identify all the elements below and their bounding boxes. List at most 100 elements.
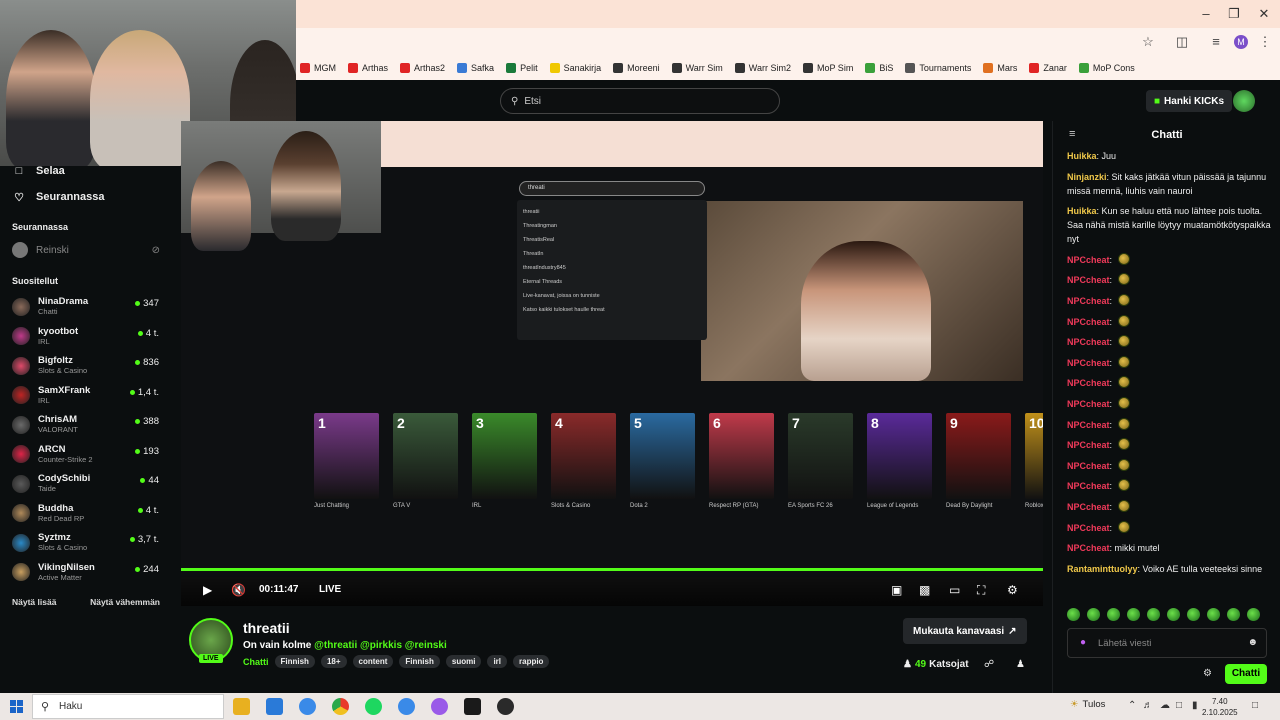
close-button[interactable]: ✕ xyxy=(1254,5,1274,23)
app-icon[interactable] xyxy=(497,698,514,715)
emoji-icon[interactable]: ☻ xyxy=(1247,637,1258,648)
sidebar-channel-syztmz[interactable]: Syztmz Slots & Casino 3,7 t. xyxy=(0,528,172,558)
emote-icon[interactable] xyxy=(1207,608,1220,621)
chat-settings-icon[interactable]: ⚙ xyxy=(1203,668,1212,679)
video-player[interactable]: threati threatii Threatingman ThreatisReal… xyxy=(181,121,1043,606)
sidebar-channel-ninadrama[interactable]: NinaDrama Chatti 347 xyxy=(0,292,172,322)
following-item[interactable]: Reinski ⊘ xyxy=(0,238,172,262)
battery-icon[interactable]: ▮ xyxy=(1192,700,1198,711)
start-button[interactable] xyxy=(10,700,23,713)
chat-username[interactable]: NPCcheat xyxy=(1067,502,1110,512)
bookmark-item[interactable]: Safka xyxy=(457,63,494,73)
clock[interactable]: 7.40 2.10.2025 xyxy=(1202,696,1238,718)
tag-pill[interactable]: rappio xyxy=(513,655,550,668)
sidebar-channel-buddha[interactable]: Buddha Red Dead RP 4 t. xyxy=(0,499,172,529)
follow-user-icon[interactable]: ♟ xyxy=(1016,659,1025,670)
tag-pill[interactable]: suomi xyxy=(445,655,482,668)
chat-username[interactable]: NPCcheat xyxy=(1067,481,1110,491)
emote-icon[interactable] xyxy=(1127,608,1140,621)
chat-username[interactable]: NPCcheat xyxy=(1067,337,1110,347)
microphone-icon[interactable]: ● xyxy=(1080,637,1086,648)
emote-icon[interactable] xyxy=(1167,608,1180,621)
emote-icon[interactable] xyxy=(1147,608,1160,621)
theater-icon[interactable]: ▭ xyxy=(949,583,960,597)
file-explorer-icon[interactable] xyxy=(233,698,250,715)
spotify-icon[interactable] xyxy=(365,698,382,715)
bookmark-item[interactable]: Arthas xyxy=(348,63,388,73)
chat-username[interactable]: NPCcheat xyxy=(1067,275,1110,285)
mute-icon[interactable]: 🔇 xyxy=(231,583,246,597)
app-icon[interactable] xyxy=(431,698,448,715)
tag-pill[interactable]: Finnish xyxy=(274,655,315,668)
tag-pill[interactable]: content xyxy=(352,655,394,668)
tag-pill[interactable]: Finnish xyxy=(399,655,440,668)
chat-username[interactable]: Huikka xyxy=(1067,151,1097,161)
emote-icon[interactable] xyxy=(1227,608,1240,621)
chat-username[interactable]: NPCcheat xyxy=(1067,440,1110,450)
app-icon[interactable] xyxy=(464,698,481,715)
chat-username[interactable]: NPCcheat xyxy=(1067,420,1110,430)
emote-icon[interactable] xyxy=(1087,608,1100,621)
app-icon[interactable] xyxy=(398,698,415,715)
volume-icon[interactable]: ♬ xyxy=(1143,700,1153,711)
bookmark-item[interactable]: Warr Sim2 xyxy=(734,63,791,73)
collapse-chat-icon[interactable]: ≡ xyxy=(1069,128,1075,140)
bookmark-item[interactable]: Arthas2 xyxy=(400,63,445,73)
chevron-up-icon[interactable]: ⌃ xyxy=(1128,700,1136,711)
cast-icon[interactable]: ▩ xyxy=(919,583,930,597)
chrome-icon[interactable] xyxy=(332,698,349,715)
sidebar-channel-chrisam[interactable]: ChrisAM VALORANT 388 xyxy=(0,410,172,440)
category-link[interactable]: Chatti xyxy=(243,657,269,667)
bookmark-item[interactable]: Tournaments xyxy=(905,63,971,73)
bookmark-item[interactable]: MoP Sim xyxy=(802,63,853,73)
media-icon[interactable]: ≡ xyxy=(1207,34,1225,50)
sidebar-channel-codyschibi[interactable]: CodySchibi Taide 44 xyxy=(0,469,172,499)
sidebar-channel-kyootbot[interactable]: kyootbot IRL 4 t. xyxy=(0,322,172,352)
chat-username[interactable]: NPCcheat xyxy=(1067,317,1110,327)
chat-username[interactable]: Ninjanzki xyxy=(1067,172,1107,182)
show-less-link[interactable]: Näytä vähemmän xyxy=(90,597,160,607)
sidebar-channel-bigfoltz[interactable]: Bigfoltz Slots & Casino 836 xyxy=(0,351,172,381)
play-icon[interactable]: ▶ xyxy=(203,583,212,597)
emote-icon[interactable] xyxy=(1247,608,1260,621)
chat-username[interactable]: NPCcheat xyxy=(1067,296,1110,306)
app-icon[interactable] xyxy=(299,698,316,715)
bookmark-item[interactable]: Warr Sim xyxy=(671,63,723,73)
sidebar-channel-arcn[interactable]: ARCN Counter-Strike 2 193 xyxy=(0,440,172,470)
taskbar-search[interactable]: ⚲ Haku xyxy=(32,694,224,719)
sidebar-channel-samxfrank[interactable]: SamXFrank IRL 1,4 t. xyxy=(0,381,172,411)
sidebar-channel-vikingnilsen[interactable]: VikingNilsen Active Matter 244 xyxy=(0,558,172,588)
chat-username[interactable]: NPCcheat xyxy=(1067,255,1110,265)
emote-icon[interactable] xyxy=(1187,608,1200,621)
app-icon[interactable] xyxy=(266,698,283,715)
tag-pill[interactable]: 18+ xyxy=(320,655,347,668)
bookmark-item[interactable]: Moreeni xyxy=(613,63,660,73)
minimize-button[interactable]: – xyxy=(1196,5,1216,23)
chat-username[interactable]: NPCcheat xyxy=(1067,543,1110,553)
chat-username[interactable]: NPCcheat xyxy=(1067,378,1110,388)
stream-title-mentions[interactable]: @threatii @pirkkis @reinski xyxy=(314,640,447,651)
user-avatar[interactable] xyxy=(1233,90,1255,112)
restore-button[interactable]: ❐ xyxy=(1224,5,1244,23)
bookmark-item[interactable]: Pelit xyxy=(506,63,538,73)
bookmark-item[interactable]: MGM xyxy=(300,63,336,73)
search-input[interactable]: ⚲ Etsi xyxy=(500,88,780,114)
chat-username[interactable]: NPCcheat xyxy=(1067,399,1110,409)
nav-following[interactable]: ♡ Seurannassa xyxy=(0,184,172,210)
star-icon[interactable]: ☆ xyxy=(1139,34,1157,50)
weather-widget[interactable]: ☀ Tulos xyxy=(1070,699,1105,710)
settings-icon[interactable]: ⚙ xyxy=(1007,583,1018,597)
menu-icon[interactable]: ⋮ xyxy=(1256,34,1274,50)
chat-username[interactable]: NPCcheat xyxy=(1067,358,1110,368)
fullscreen-icon[interactable]: ⛶ xyxy=(977,583,985,598)
progress-bar[interactable] xyxy=(181,568,1043,571)
streamer-name[interactable]: threatii xyxy=(243,620,290,636)
bookmark-item[interactable]: BiS xyxy=(865,63,893,73)
show-more-link[interactable]: Näytä lisää xyxy=(12,597,56,607)
cloud-icon[interactable]: ☁ xyxy=(1160,700,1170,711)
customize-channel-button[interactable]: Mukauta kanavaasi ↗ xyxy=(903,618,1027,644)
share-icon[interactable]: ☍ xyxy=(984,659,994,670)
emote-icon[interactable] xyxy=(1107,608,1120,621)
bookmark-item[interactable]: Sanakirja xyxy=(549,63,601,73)
notifications-icon[interactable]: □ xyxy=(1252,700,1258,711)
